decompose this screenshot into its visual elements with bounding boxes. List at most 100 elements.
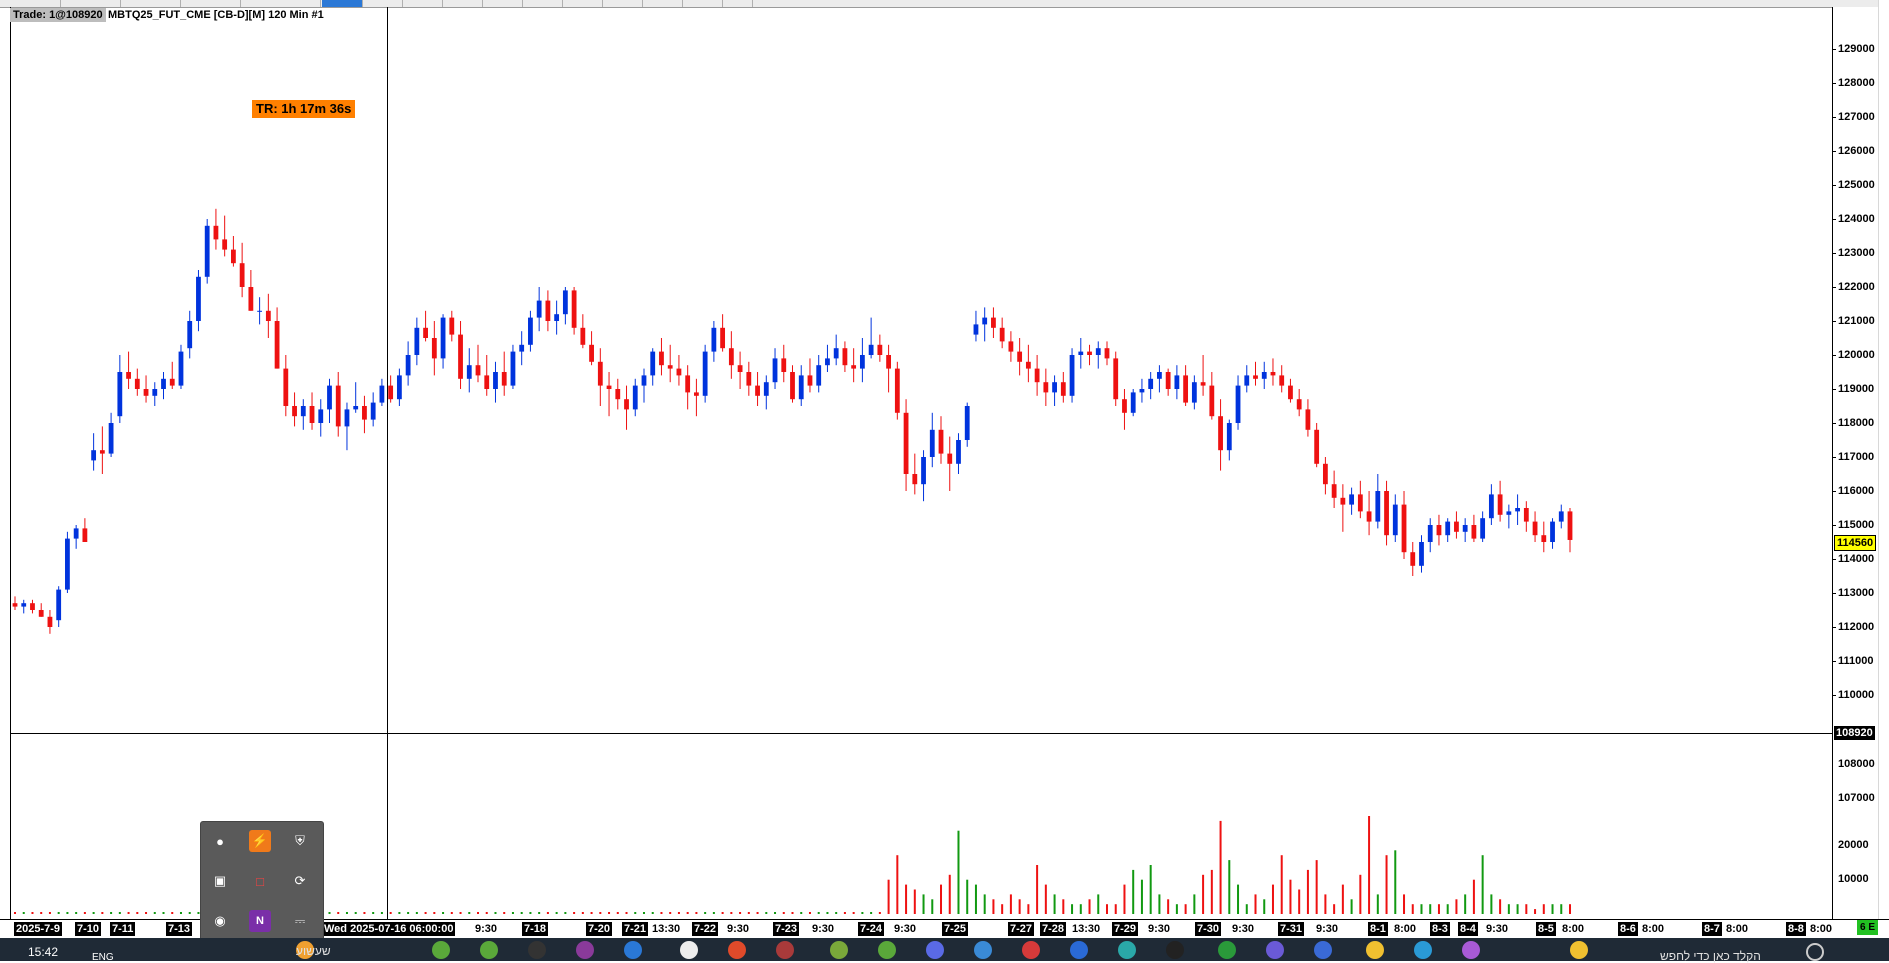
volume-bar [1394,850,1397,914]
volume-tick-label: 20000 [1838,839,1869,851]
volume-bar [1333,904,1336,914]
price-tick-mark [1832,185,1836,186]
candle-body [711,327,717,352]
candle-body [667,365,673,369]
taskbar-app-icon[interactable] [528,941,546,959]
volume-bar [739,912,742,914]
candle-body [1157,372,1162,379]
candle-body [379,385,385,403]
volume-bar [940,884,943,914]
candle-body [1567,511,1573,540]
volume-bar [1140,879,1143,914]
candle-body [929,429,935,457]
volume-bar [870,912,873,914]
corner-badge[interactable]: 6 E [1857,920,1879,935]
volume-bar [380,912,383,914]
candle-body [327,385,332,410]
date-label: 7-27 [1008,922,1035,936]
candle-body [1532,521,1538,536]
date-label: 7-18 [522,922,549,936]
tray-usb-icon[interactable]: ⎓ [289,910,311,932]
volume-bar [1490,894,1493,914]
volume-bar [983,894,986,914]
taskbar-app-icon[interactable] [1314,941,1332,959]
time-label: 9:30 [894,923,917,935]
volume-bar [1280,855,1283,914]
taskbar-app-icon[interactable] [576,941,594,959]
candle-body [1052,382,1057,393]
volume-bar [721,912,724,914]
volume-bar [1123,884,1126,914]
taskbar-app-icon[interactable] [680,941,698,959]
tray-shield-icon[interactable]: ⛨ [289,830,311,852]
taskbar-app-icon[interactable] [1166,941,1184,959]
tray-gpu-icon[interactable]: ▣ [209,870,231,892]
candle-body [1183,375,1189,403]
candle-body [973,324,979,335]
taskbar-app-icon[interactable] [432,941,450,959]
taskbar-app-icon[interactable] [1022,941,1040,959]
volume-tick-label: 10000 [1838,873,1869,885]
candle-body [1113,358,1119,400]
taskbar-app-icon[interactable] [926,941,944,959]
volume-bar [677,912,680,914]
volume-bar [1001,904,1004,914]
candle-body [73,528,79,539]
taskbar-app-icon[interactable] [974,941,992,959]
tray-app-icon[interactable]: ● [209,830,231,852]
date-label: 7-10 [75,922,102,936]
candle-body [650,351,656,376]
candlestick-chart[interactable] [0,0,1832,919]
taskbar-app-icon[interactable] [776,941,794,959]
volume-bar [1097,894,1100,914]
volume-bar [494,912,497,914]
volume-bar [774,912,777,914]
volume-bar [1315,860,1318,914]
volume-bar [1350,899,1353,914]
candle-body [1384,491,1389,536]
tray-lightning-icon[interactable]: ⚡ [249,830,271,852]
volume-bar [800,912,803,914]
time-label: 9:30 [727,923,750,935]
price-axis[interactable] [1832,7,1879,919]
volume-bar [1464,894,1467,914]
taskbar-app-icon[interactable] [830,941,848,959]
candle-body [1078,351,1084,355]
volume-bar [363,912,366,914]
tray-calendar-icon[interactable]: □ [249,870,271,892]
price-tick-label: 122000 [1838,281,1875,293]
price-tick-mark [1832,355,1836,356]
candle-body [1025,361,1031,369]
taskbar-clock[interactable]: 15:42 [28,945,58,959]
tray-discord-icon[interactable]: ◉ [209,910,231,932]
tray-sync-icon[interactable]: ⟳ [289,870,311,892]
taskbar-app-icon[interactable] [1118,941,1136,959]
taskbar-app-icon[interactable] [878,941,896,959]
taskbar-app-icon[interactable] [480,941,498,959]
price-tick-label: 111000 [1838,655,1874,667]
taskbar-app-icon[interactable] [624,941,642,959]
taskbar-folder-icon[interactable] [1366,941,1384,959]
taskbar-edge-icon[interactable] [1414,941,1432,959]
taskbar-widget-icon[interactable] [1570,941,1588,959]
date-label: 7-31 [1278,922,1305,936]
taskbar-language[interactable]: ENG [92,952,114,963]
pane-divider[interactable] [10,733,1878,734]
taskbar-app-icon[interactable] [1462,941,1480,959]
volume-bar [127,912,130,914]
taskbar-app-icon[interactable] [1266,941,1284,959]
taskbar-chrome-icon[interactable] [728,941,746,959]
date-label: 7-25 [942,922,969,936]
tray-onenote-icon[interactable]: N [249,910,271,932]
volume-bar [1481,855,1484,914]
candle-body [196,276,201,321]
taskbar-app-icon[interactable] [1218,941,1236,959]
price-tick-label: 119000 [1838,383,1875,395]
taskbar-app-icon[interactable] [1070,941,1088,959]
candle-body [894,368,900,413]
candle-body [807,375,813,386]
search-icon[interactable] [1806,943,1824,961]
volume-bar [756,912,759,914]
price-tick-mark [1832,253,1836,254]
candle-body [257,310,263,312]
